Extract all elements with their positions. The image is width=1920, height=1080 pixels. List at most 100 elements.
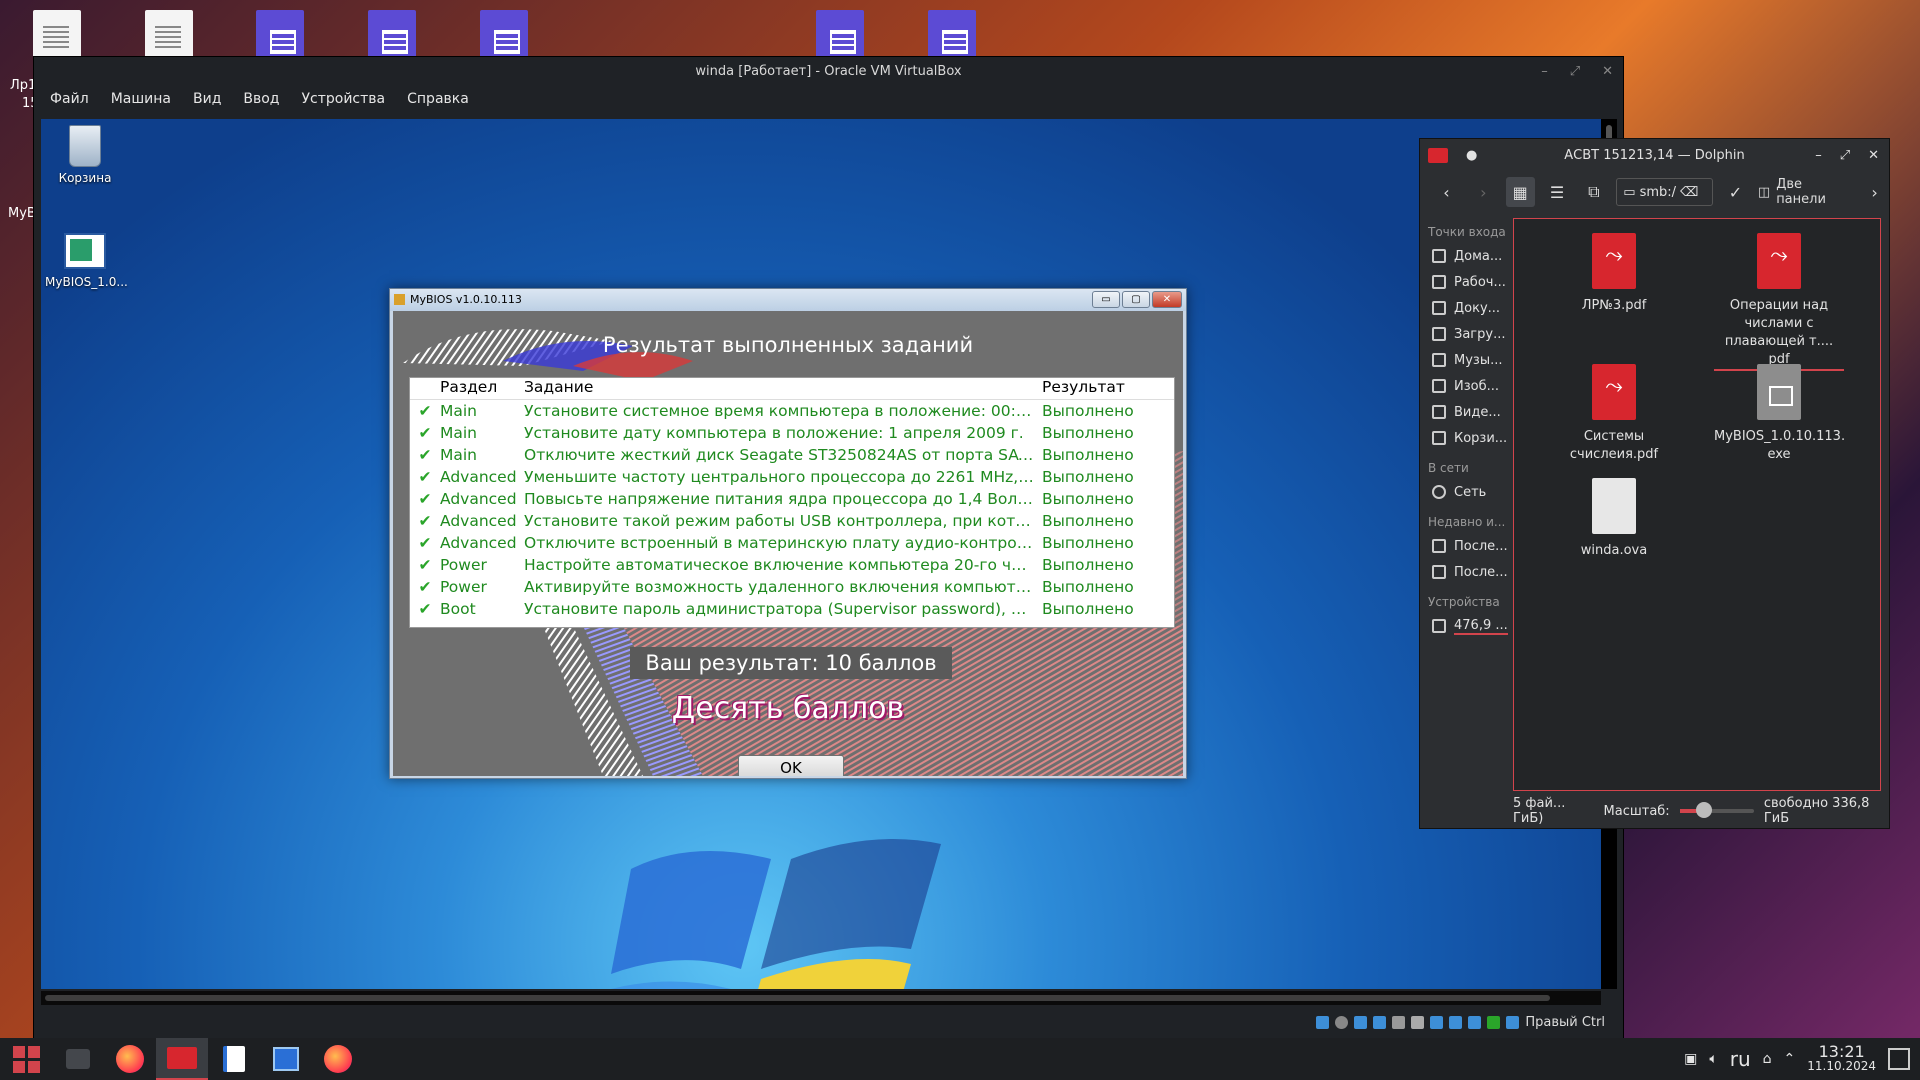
maximize-button[interactable]: ⤢ xyxy=(1840,139,1850,173)
optical-status-icon[interactable] xyxy=(1335,1015,1349,1029)
minimize-button[interactable]: – xyxy=(1541,57,1548,87)
show-desktop-icon[interactable] xyxy=(1888,1048,1910,1070)
menu-view[interactable]: Вид xyxy=(193,87,221,115)
menu-input[interactable]: Ввод xyxy=(243,87,279,115)
file-item[interactable]: MyBIOS_1.0.10.113. exe xyxy=(1714,364,1845,464)
device-drive[interactable]: 476,9 ... xyxy=(1420,613,1513,639)
desktop-icon-mybios[interactable]: MyBIOS_1.0... xyxy=(45,233,128,289)
back-icon[interactable]: ‹ xyxy=(1432,177,1461,207)
place-documents[interactable]: Доку... xyxy=(1420,295,1513,321)
desktop-label: MyB xyxy=(8,206,36,221)
spreadsheet-file-icon[interactable] xyxy=(480,10,528,62)
desktop-icon-recycle-bin[interactable]: Корзина xyxy=(45,125,125,185)
ok-button[interactable]: OK xyxy=(738,755,844,776)
vbox-titlebar[interactable]: winda [Работает] - Oracle VM VirtualBox … xyxy=(34,57,1623,87)
place-recent-files[interactable]: После... xyxy=(1420,533,1513,559)
mouse-integration-icon[interactable] xyxy=(1487,1015,1501,1029)
table-row[interactable]: ✔ Advanced Повысьте напряжение питания ядр… xyxy=(410,488,1174,510)
column-section[interactable]: Раздел xyxy=(440,378,524,399)
table-row[interactable]: ✔ Power Настройте автоматическое включение… xyxy=(410,554,1174,576)
menu-machine[interactable]: Машина xyxy=(111,87,171,115)
editor-task-button[interactable] xyxy=(208,1038,260,1080)
column-result[interactable]: Результат xyxy=(1042,378,1172,399)
forward-icon[interactable]: › xyxy=(1469,177,1498,207)
file-item[interactable]: Системы счислеия.pdf xyxy=(1549,364,1679,464)
minimize-button[interactable]: ▭ xyxy=(1092,291,1120,308)
place-home[interactable]: Дома... xyxy=(1420,243,1513,269)
cpu-status-icon[interactable] xyxy=(1468,1015,1482,1029)
usb-status-icon[interactable] xyxy=(1392,1015,1406,1029)
maximize-button[interactable]: ⤢ xyxy=(1570,57,1580,87)
place-recent-locations[interactable]: После... xyxy=(1420,559,1513,585)
recording-status-icon[interactable] xyxy=(1449,1015,1463,1029)
table-row[interactable]: ✔ Power Активируйте возможность удаленного… xyxy=(410,576,1174,598)
dolphin-task-button[interactable] xyxy=(156,1038,208,1080)
place-desktop[interactable]: Рабоч... xyxy=(1420,269,1513,295)
file-item[interactable]: Операции над числами с плавающей т.... p… xyxy=(1714,233,1844,371)
spreadsheet-file-icon[interactable] xyxy=(256,10,304,62)
spreadsheet-file-icon[interactable] xyxy=(816,10,864,62)
table-row[interactable]: ✔ Advanced Установите такой режим работы U… xyxy=(410,510,1174,532)
place-pictures[interactable]: Изоб... xyxy=(1420,373,1513,399)
more-icon[interactable]: › xyxy=(1860,177,1889,207)
confirm-icon[interactable]: ✓ xyxy=(1721,177,1750,207)
menu-devices[interactable]: Устройства xyxy=(302,87,386,115)
close-button[interactable]: ✕ xyxy=(1152,291,1182,308)
close-button[interactable]: ✕ xyxy=(1602,57,1613,87)
audio-status-icon[interactable] xyxy=(1354,1015,1368,1029)
place-network[interactable]: Сеть xyxy=(1420,479,1513,505)
table-row[interactable]: ✔ Advanced Отключите встроенный в материнс… xyxy=(410,532,1174,554)
table-row[interactable]: ✔ Advanced Уменьшите частоту центрального … xyxy=(410,466,1174,488)
firefox-button[interactable] xyxy=(104,1038,156,1080)
table-row[interactable]: ✔ Main Отключите жесткий диск Seagate ST32… xyxy=(410,444,1174,466)
tree-view-icon[interactable]: ⧉ xyxy=(1579,177,1608,207)
file-item[interactable]: winda.ova xyxy=(1549,478,1679,560)
location-bar[interactable]: ▭ smb:/ ⌫ xyxy=(1616,178,1714,206)
place-videos[interactable]: Виде... xyxy=(1420,399,1513,425)
expand-tray-icon[interactable]: ⌃ xyxy=(1784,1051,1796,1067)
shared-folder-icon[interactable] xyxy=(1411,1015,1425,1029)
network-status-icon[interactable] xyxy=(1373,1015,1387,1029)
column-task[interactable]: Задание xyxy=(524,378,1042,399)
table-row[interactable]: ✔ Main Установите дату компьютера в положе… xyxy=(410,422,1174,444)
text-file-icon[interactable] xyxy=(145,10,193,62)
firefox-button[interactable] xyxy=(312,1038,364,1080)
place-downloads[interactable]: Загру... xyxy=(1420,321,1513,347)
icons-view-icon[interactable]: ▦ xyxy=(1505,177,1535,207)
keyboard-status-icon[interactable] xyxy=(1506,1015,1520,1029)
zoom-slider[interactable] xyxy=(1679,802,1754,818)
details-view-icon[interactable]: ☰ xyxy=(1543,177,1572,207)
volume-icon[interactable]: 🔈︎ xyxy=(1709,1051,1717,1067)
dolphin-toolbar: ‹ › ▦ ☰ ⧉ ▭ smb:/ ⌫ ✓ ◫ Две панели › xyxy=(1420,173,1889,211)
place-music[interactable]: Музы... xyxy=(1420,347,1513,373)
network-icon[interactable]: ⌂ xyxy=(1763,1051,1772,1067)
close-button[interactable]: ✕ xyxy=(1868,139,1879,173)
windows-logo xyxy=(611,839,941,989)
minimize-button[interactable]: – xyxy=(1815,139,1822,173)
clipboard-icon[interactable]: ▣ xyxy=(1684,1051,1697,1067)
horizontal-scrollbar[interactable] xyxy=(41,991,1601,1005)
spreadsheet-file-icon[interactable] xyxy=(368,10,416,62)
app-launcher[interactable] xyxy=(0,1038,52,1080)
virtualbox-task-button[interactable] xyxy=(260,1038,312,1080)
clock[interactable]: 13:21 11.10.2024 xyxy=(1807,1044,1876,1074)
dialog-titlebar[interactable]: MyBIOS v1.0.10.113 ▭ ▢ ✕ xyxy=(390,289,1186,311)
menu-help[interactable]: Справка xyxy=(407,87,469,115)
hdd-status-icon[interactable] xyxy=(1316,1015,1330,1029)
task-manager-button[interactable] xyxy=(52,1038,104,1080)
dolphin-titlebar[interactable]: ● АСВТ 151213,14 — Dolphin – ⤢ ✕ xyxy=(1420,139,1889,173)
text-file-icon[interactable] xyxy=(33,10,81,62)
spreadsheet-file-icon[interactable] xyxy=(928,10,976,62)
place-trash[interactable]: Корзи... xyxy=(1420,425,1513,451)
keyboard-layout[interactable]: ru xyxy=(1730,1047,1751,1071)
display-status-icon[interactable] xyxy=(1430,1015,1444,1029)
clear-icon[interactable]: ⌫ xyxy=(1680,185,1698,200)
pin-icon[interactable]: ● xyxy=(1466,139,1477,173)
menu-file[interactable]: Файл xyxy=(50,87,89,115)
maximize-button[interactable]: ▢ xyxy=(1122,291,1150,308)
split-view-button[interactable]: ◫ Две панели xyxy=(1758,177,1852,207)
file-item[interactable]: ЛР№3.pdf xyxy=(1549,233,1679,315)
file-view[interactable]: ЛР№3.pdf Операции над числами с плавающе… xyxy=(1513,218,1881,791)
table-row[interactable]: ✔ Main Установите системное время компьюте… xyxy=(410,400,1174,422)
table-row[interactable]: ✔ Boot Установите пароль администратора (S… xyxy=(410,598,1174,620)
